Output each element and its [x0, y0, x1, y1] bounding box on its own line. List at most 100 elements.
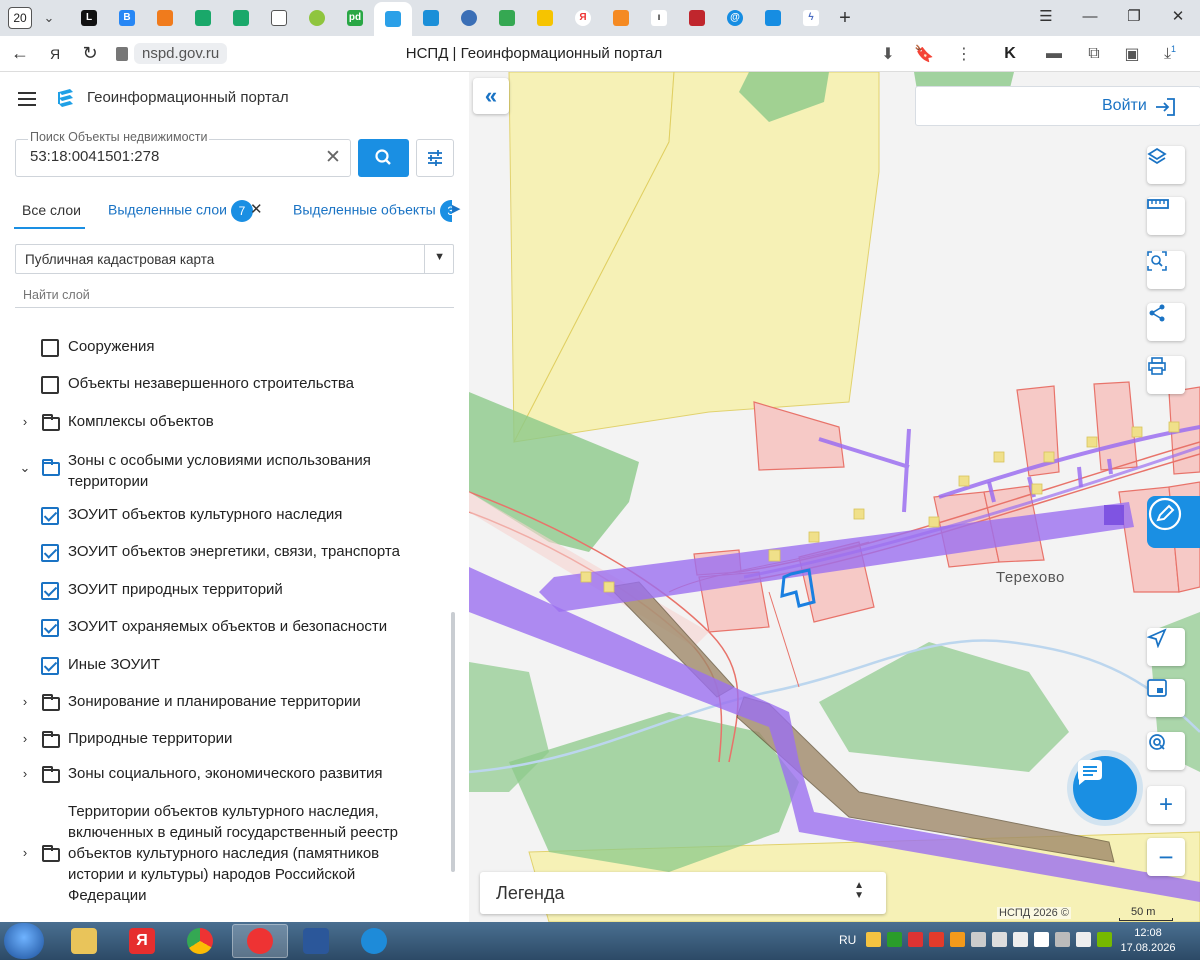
- checkbox-zouit-security[interactable]: [41, 619, 59, 637]
- tab-favicon-vk[interactable]: В: [108, 3, 146, 33]
- print-button[interactable]: [1147, 356, 1185, 394]
- extension-hat-icon[interactable]: ▬: [1036, 45, 1072, 63]
- checkbox-structures[interactable]: [41, 339, 59, 357]
- taskbar-word[interactable]: [288, 924, 344, 958]
- chevron-right-icon[interactable]: ›: [18, 694, 32, 709]
- layer-label-zouit-energy[interactable]: ЗОУИТ объектов энергетики, связи, трансп…: [68, 543, 400, 560]
- back-arrow-icon[interactable]: ←: [0, 43, 40, 64]
- tray-volume-icon[interactable]: [1076, 932, 1091, 947]
- search-button[interactable]: [358, 139, 409, 177]
- restore-icon[interactable]: ❐: [1112, 0, 1156, 36]
- tray-app-icon[interactable]: [866, 932, 881, 947]
- tab-favicon-yellow[interactable]: [526, 3, 564, 33]
- tab-favicon-emblem-1[interactable]: [184, 3, 222, 33]
- browser-menu-icon[interactable]: ☰: [1024, 0, 1068, 36]
- layer-label-zouit-other[interactable]: Иные ЗОУИТ: [68, 656, 160, 673]
- hamburger-menu-icon[interactable]: [18, 92, 36, 106]
- checkbox-zouit-energy[interactable]: [41, 544, 59, 562]
- language-indicator[interactable]: RU: [839, 933, 856, 947]
- tab-favicon-bolt[interactable]: ϟ: [792, 3, 830, 33]
- close-selected-layers-icon[interactable]: ✕: [250, 200, 263, 218]
- tab-all-layers[interactable]: Все слои: [22, 202, 81, 218]
- layer-label-structures[interactable]: Сооружения: [68, 338, 155, 355]
- layer-label-unfinished-construction[interactable]: Объекты незавершенного строительства: [68, 375, 354, 392]
- tab-favicon-shield[interactable]: [678, 3, 716, 33]
- tab-favicon-mail[interactable]: [602, 3, 640, 33]
- tray-app-icon[interactable]: [929, 932, 944, 947]
- zoom-in-button[interactable]: +: [1147, 786, 1185, 824]
- tray-app-icon[interactable]: [1013, 932, 1028, 947]
- tabs-scroll-right-icon[interactable]: ▶: [452, 202, 460, 215]
- close-window-icon[interactable]: ✕: [1156, 0, 1200, 36]
- tab-favicon-at[interactable]: @: [716, 3, 754, 33]
- minimize-icon[interactable]: —: [1068, 0, 1112, 36]
- ruler-button[interactable]: [1147, 197, 1185, 235]
- taskbar-yandex-search[interactable]: Я: [114, 924, 170, 958]
- search-input[interactable]: [30, 148, 320, 165]
- checkbox-unfinished-construction[interactable]: [41, 376, 59, 394]
- more-vert-icon[interactable]: ⋮: [946, 44, 982, 64]
- extension-profile-icon[interactable]: ▣: [1114, 44, 1150, 64]
- tray-nvidia-icon[interactable]: [1097, 932, 1112, 947]
- side-panel-tab[interactable]: [1147, 496, 1200, 548]
- tab-favicon-yandex[interactable]: Я: [564, 3, 602, 33]
- tab-favicon-pd[interactable]: pd: [336, 3, 374, 33]
- tab-favicon-envelope[interactable]: [754, 3, 792, 33]
- downloads-arrow-icon[interactable]: ⤓1: [1152, 44, 1188, 63]
- extension-puzzle-icon[interactable]: ⧉: [1076, 45, 1112, 63]
- layer-label-zoning[interactable]: Зонирование и планирование территории: [68, 693, 361, 710]
- map-canvas[interactable]: « Войти + − Терехово Легенда ▲ ▼ НСПД 20…: [469, 72, 1200, 922]
- find-layer-input[interactable]: [23, 288, 423, 302]
- zoom-area-button[interactable]: [1147, 251, 1185, 289]
- tab-favicon-flame[interactable]: [146, 3, 184, 33]
- map-type-select[interactable]: Публичная кадастровая карта ▼: [15, 244, 454, 274]
- reload-icon[interactable]: ↻: [70, 43, 110, 64]
- layer-label-economic-zones[interactable]: Зоны социального, экономического развити…: [68, 765, 383, 782]
- tray-app-icon[interactable]: [971, 932, 986, 947]
- tab-favicon-nspd-active[interactable]: [374, 2, 412, 36]
- minimap-button[interactable]: [1147, 679, 1185, 717]
- extension-k-icon[interactable]: K: [992, 45, 1028, 63]
- tab-favicon-doc[interactable]: [260, 3, 298, 33]
- filter-button[interactable]: [416, 139, 454, 177]
- tray-app-icon[interactable]: [950, 932, 965, 947]
- layer-label-zouit-cultural[interactable]: ЗОУИТ объектов культурного наследия: [68, 506, 342, 523]
- layer-label-zouit-group[interactable]: Зоны с особыми условиями использования т…: [68, 450, 408, 492]
- collapse-sidebar-button[interactable]: «: [473, 78, 509, 114]
- chevron-down-icon[interactable]: ⌄: [18, 460, 32, 476]
- tab-favicon-cross[interactable]: [412, 3, 450, 33]
- tab-favicon-circle[interactable]: [450, 3, 488, 33]
- download-icon[interactable]: ⬇: [870, 44, 906, 64]
- chevron-right-icon[interactable]: ›: [18, 845, 32, 860]
- layer-label-nature-territories[interactable]: Природные территории: [68, 730, 232, 747]
- bookmark-icon[interactable]: 🔖: [906, 44, 942, 64]
- layer-label-zouit-security[interactable]: ЗОУИТ охраняемых объектов и безопасности: [68, 618, 387, 635]
- tray-app-icon[interactable]: [887, 932, 902, 947]
- tab-count-badge[interactable]: 20: [8, 7, 32, 29]
- tab-selected-layers[interactable]: Выделенные слои 7: [108, 200, 253, 222]
- clear-search-icon[interactable]: ✕: [322, 147, 344, 169]
- tray-app-icon[interactable]: [992, 932, 1007, 947]
- checkbox-zouit-other[interactable]: [41, 657, 59, 675]
- tab-favicon-gov[interactable]: [488, 3, 526, 33]
- tab-selected-objects[interactable]: Выделенные объекты 3: [293, 200, 452, 222]
- tray-app-icon[interactable]: [908, 932, 923, 947]
- system-clock[interactable]: 12:08 17.08.2026: [1118, 926, 1178, 956]
- tab-favicon-dot[interactable]: ı: [640, 3, 678, 33]
- tray-network-icon[interactable]: [1055, 932, 1070, 947]
- taskbar-explorer[interactable]: [56, 924, 112, 958]
- tab-favicon-l[interactable]: L: [70, 3, 108, 33]
- layer-label-heritage-territories[interactable]: Территории объектов культурного наследия…: [68, 801, 430, 906]
- tabs-dropdown-icon[interactable]: ⌄: [38, 10, 60, 26]
- tray-flag-icon[interactable]: [1034, 932, 1049, 947]
- login-button[interactable]: Войти: [915, 86, 1200, 126]
- layer-label-complexes[interactable]: Комплексы объектов: [68, 413, 214, 430]
- yandex-logo-icon[interactable]: Я: [40, 46, 70, 62]
- zoom-out-button[interactable]: −: [1147, 838, 1185, 876]
- target-button[interactable]: [1147, 732, 1185, 770]
- url-field[interactable]: nspd.gov.ru: [116, 43, 228, 64]
- navigation-button[interactable]: [1147, 628, 1185, 666]
- layer-label-zouit-nature[interactable]: ЗОУИТ природных территорий: [68, 581, 283, 598]
- sidebar-scrollbar[interactable]: [451, 612, 455, 872]
- layers-button[interactable]: [1147, 146, 1185, 184]
